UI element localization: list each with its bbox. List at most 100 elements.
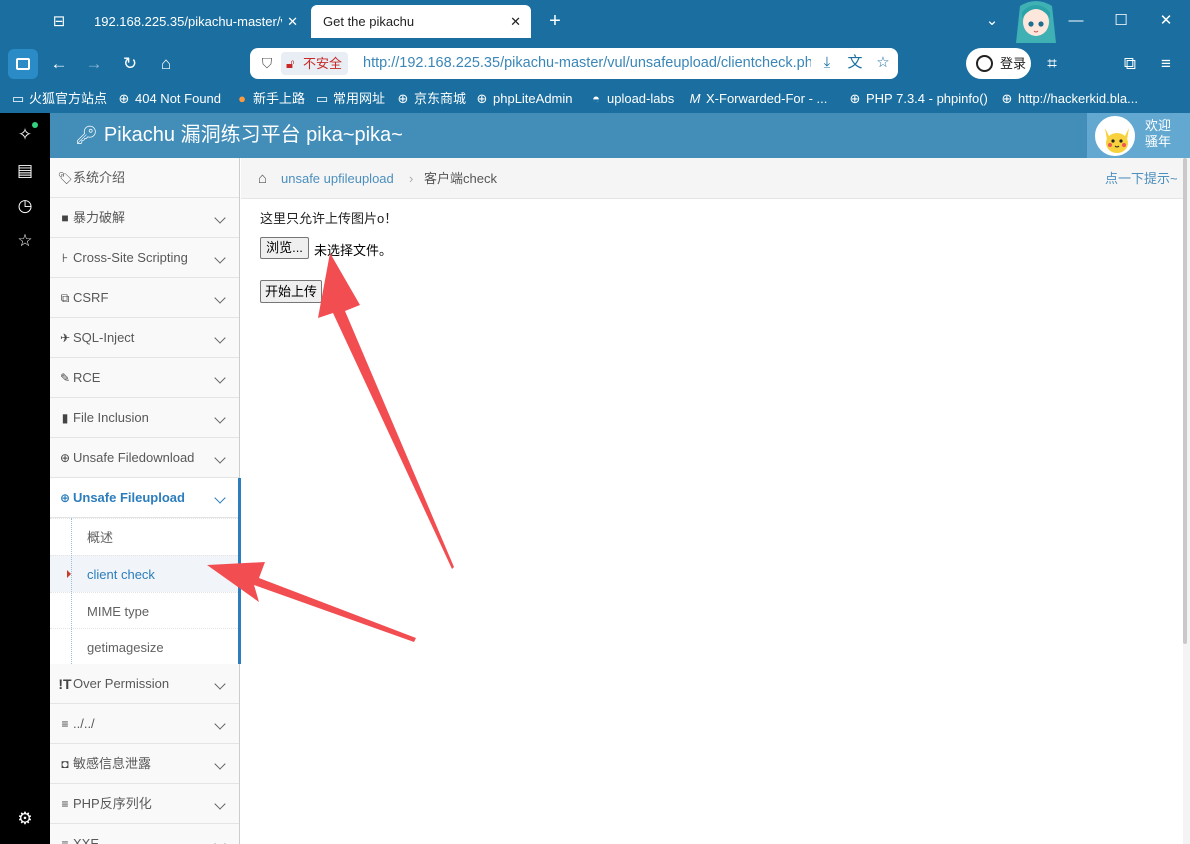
nav-item-rce[interactable]: ✎ RCE bbox=[50, 358, 239, 398]
tags-icon: 🏷︎ bbox=[57, 171, 73, 185]
chevron-down-icon bbox=[214, 838, 226, 844]
nav-item-csrf[interactable]: ⧉ CSRF bbox=[50, 278, 239, 318]
bookmark-label: phpLiteAdmin bbox=[493, 91, 573, 106]
nav-item-filedownload[interactable]: ⊕ Unsafe Filedownload bbox=[50, 438, 239, 478]
lock-icon: ■ bbox=[61, 211, 69, 225]
nav-item-over-permission[interactable]: !T Over Permission bbox=[50, 664, 239, 704]
bookmark-item[interactable]: ▭ 火狐官方站点 bbox=[10, 85, 107, 113]
bookmark-item[interactable]: ⊕ PHP 7.3.4 - phpinfo() bbox=[847, 85, 988, 113]
nav-item-xss[interactable]: ⊦ Cross-Site Scripting bbox=[50, 238, 239, 278]
submenu-label: getimagesize bbox=[87, 640, 164, 655]
reload-icon[interactable]: ↻ bbox=[117, 51, 143, 77]
bookmarks-bar: ▭ 火狐官方站点 ⊕ 404 Not Found ● 新手上路 ▭ 常用网址 ⊕ 京东商城… bbox=[0, 85, 1190, 113]
sidebar-toggle-button[interactable] bbox=[8, 49, 38, 79]
submenu-item-client-check[interactable]: client check bbox=[50, 555, 238, 592]
history-clock-icon[interactable]: ◷ bbox=[14, 195, 36, 217]
nav-item-unserialize[interactable]: ≡ PHP反序列化 bbox=[50, 784, 239, 824]
browser-side-dock: ✧ ▤ ◷ ☆ ⚙ bbox=[0, 113, 50, 844]
bookmark-item[interactable]: ⊕ 京东商城 bbox=[395, 85, 466, 113]
app-brand[interactable]: 🔑︎ Pikachu 漏洞练习平台 pika~pika~ bbox=[75, 113, 403, 158]
folder-icon: ▭ bbox=[11, 91, 25, 106]
sidebar-nav: 🏷︎ 系统介绍 ■ 暴力破解 ⊦ Cross-Site Scripting ⧉ CSRF… bbox=[50, 158, 240, 844]
bookmark-label: http://hackerkid.bla... bbox=[1018, 91, 1138, 106]
submenu-item-mime-type[interactable]: MIME type bbox=[50, 592, 238, 629]
upload-submit-button[interactable]: 开始上传 bbox=[260, 280, 322, 303]
download-icon: ⊕ bbox=[59, 451, 71, 465]
submenu-item-getimagesize[interactable]: getimagesize bbox=[50, 628, 238, 665]
forward-icon[interactable]: → bbox=[81, 51, 107, 77]
chevron-down-icon bbox=[214, 212, 226, 224]
chevron-down-icon bbox=[214, 252, 226, 264]
address-bar[interactable]: ⛉ 🔓︎ 不安全 http://192.168.225.35/pikachu-m… bbox=[250, 48, 898, 79]
m-icon: M bbox=[689, 91, 701, 106]
tab-close-icon[interactable]: ✕ bbox=[287, 5, 298, 38]
bookmark-item[interactable]: ▭ 常用网址 bbox=[314, 85, 385, 113]
nav-label: 敏感信息泄露 bbox=[73, 756, 152, 771]
chevron-down-icon bbox=[214, 758, 226, 770]
bookmark-item[interactable]: M X-Forwarded-For - ... bbox=[687, 85, 828, 113]
browser-toolbar: ← → ↻ ⌂ ⛉ 🔓︎ 不安全 http://192.168.225.35/p… bbox=[0, 43, 1190, 85]
nav-item-fileupload[interactable]: ⊕ Unsafe Fileupload bbox=[50, 478, 239, 518]
nav-label: 暴力破解 bbox=[73, 210, 126, 225]
scroll-thumb[interactable] bbox=[1183, 158, 1187, 644]
bookmark-item[interactable]: ⊕ http://hackerkid.bla... bbox=[999, 85, 1138, 113]
tab-close-icon[interactable]: ✕ bbox=[510, 5, 521, 38]
globe-icon: ⊕ bbox=[118, 91, 130, 106]
hint-link[interactable]: 点一下提示~ bbox=[1105, 158, 1178, 199]
home-icon[interactable]: ⌂ bbox=[258, 170, 267, 187]
shield-icon[interactable]: ⛉ bbox=[258, 54, 276, 72]
translate-icon[interactable]: 文 bbox=[845, 53, 865, 73]
maximize-icon[interactable]: ☐ bbox=[1108, 9, 1134, 33]
back-icon[interactable]: ← bbox=[46, 51, 72, 77]
breadcrumb-parent-link[interactable]: unsafe upfileupload bbox=[281, 158, 394, 199]
login-button[interactable]: 登录 bbox=[966, 48, 1031, 79]
download-page-icon[interactable]: ⤓ bbox=[817, 53, 837, 73]
tab-get-the-pikachu[interactable]: Get the pikachu ✕ bbox=[311, 5, 531, 38]
nav-item-sqli[interactable]: ✈ SQL-Inject bbox=[50, 318, 239, 358]
menu-icon[interactable]: ≡ bbox=[1153, 51, 1179, 77]
tab-title: Get the pikachu bbox=[323, 14, 415, 29]
favorites-star-icon[interactable]: ☆ bbox=[14, 230, 36, 252]
bookmark-star-icon[interactable]: ☆ bbox=[873, 53, 893, 73]
submenu-item-overview[interactable]: 概述 bbox=[50, 518, 238, 555]
file-status-text: 未选择文件。 bbox=[314, 243, 393, 258]
breadcrumb: ⌂ unsafe upfileupload › 客户端check 点一下提示~ bbox=[241, 158, 1190, 199]
nav-label: RCE bbox=[73, 370, 101, 385]
nav-item-intro[interactable]: 🏷︎ 系统介绍 bbox=[50, 158, 239, 198]
login-label: 登录 bbox=[1000, 56, 1027, 71]
tab-overview-icon[interactable]: ⊟ bbox=[46, 10, 72, 34]
tab-list-chevron-icon[interactable]: ⌄ bbox=[979, 9, 1005, 33]
nav-item-xxe[interactable]: ≡ XXE bbox=[50, 824, 239, 844]
globe-icon: ⊕ bbox=[476, 91, 488, 106]
bookmark-item[interactable]: ⊕ phpLiteAdmin bbox=[474, 85, 573, 113]
extensions-icon[interactable]: ⧉ bbox=[1117, 51, 1143, 77]
browse-file-button[interactable]: 浏览... bbox=[260, 237, 309, 259]
settings-gear-icon[interactable]: ⚙ bbox=[14, 808, 36, 830]
nav-item-info-leak[interactable]: ◘ 敏感信息泄露 bbox=[50, 744, 239, 784]
reading-save-icon[interactable]: ▤ bbox=[14, 160, 36, 182]
nav-item-traversal[interactable]: ≡ ../../ bbox=[50, 704, 239, 744]
user-greeting: 欢迎 骚年 bbox=[1145, 118, 1185, 150]
insecure-badge[interactable]: 🔓︎ 不安全 bbox=[281, 52, 349, 75]
bookmark-item[interactable]: ⊕ 404 Not Found bbox=[116, 85, 221, 113]
chevron-down-icon bbox=[214, 412, 226, 424]
minimize-icon[interactable]: — bbox=[1063, 9, 1089, 33]
nav-item-file-inclusion[interactable]: ▮ File Inclusion bbox=[50, 398, 239, 438]
url-text[interactable]: http://192.168.225.35/pikachu-master/vul… bbox=[363, 48, 811, 79]
new-tab-button[interactable]: + bbox=[543, 9, 567, 33]
home-icon[interactable]: ⌂ bbox=[153, 51, 179, 77]
user-menu[interactable]: 欢迎 骚年 bbox=[1087, 113, 1190, 158]
chevron-down-icon bbox=[214, 292, 226, 304]
close-window-icon[interactable]: ✕ bbox=[1153, 9, 1179, 33]
anime-avatar-icon[interactable] bbox=[1010, 0, 1062, 43]
bookmark-label: 火狐官方站点 bbox=[29, 91, 108, 106]
page-scrollbar[interactable] bbox=[1183, 158, 1190, 844]
crop-screenshot-icon[interactable]: ⌗ bbox=[1039, 51, 1065, 77]
bookmark-item[interactable]: ◓ upload-labs bbox=[588, 85, 674, 113]
list-icon: ≡ bbox=[61, 837, 69, 844]
bookmark-item[interactable]: ● 新手上路 bbox=[234, 85, 305, 113]
nav-item-bruteforce[interactable]: ■ 暴力破解 bbox=[50, 198, 239, 238]
upload-notice: 这里只允许上传图片o！ bbox=[260, 211, 398, 226]
app-brand-text: Pikachu 漏洞练习平台 pika~pika~ bbox=[103, 124, 403, 146]
tab-clientcheck[interactable]: 192.168.225.35/pikachu-master/vul/unsafe… bbox=[82, 5, 308, 38]
